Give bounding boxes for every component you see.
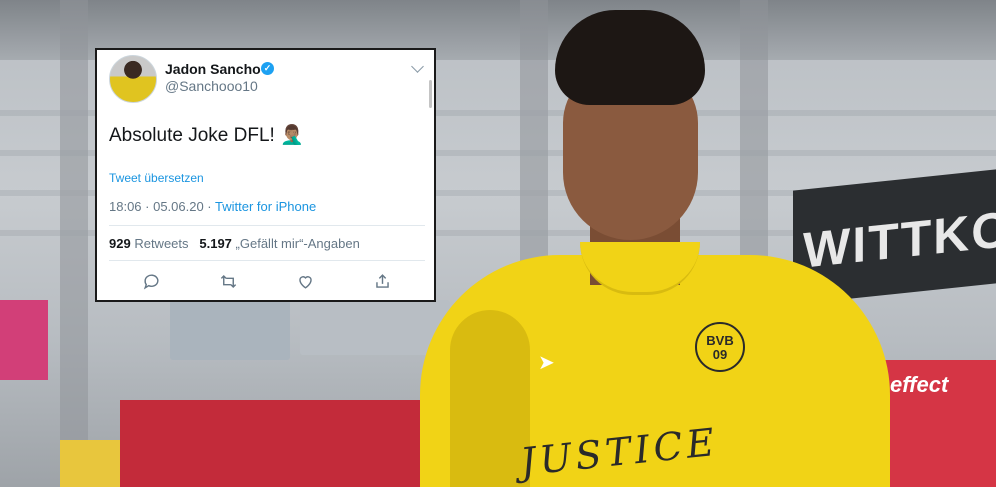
tweet-text: Absolute Joke DFL! 🤦🏽‍♂️ <box>109 125 304 146</box>
puma-logo-icon: ➤ <box>538 352 555 374</box>
pink-banner <box>0 300 48 380</box>
badge-text-top: BVB <box>706 333 734 348</box>
scrollbar[interactable] <box>429 80 432 108</box>
tweet-source-link[interactable]: Twitter for iPhone <box>215 199 316 214</box>
reply-icon[interactable] <box>138 268 164 294</box>
tweet-meta: 18:06 · 05.06.20 · Twitter for iPhone <box>109 199 316 214</box>
like-icon[interactable] <box>292 268 318 294</box>
like-label[interactable]: „Gefällt mir“-Angaben <box>236 236 360 251</box>
avatar[interactable] <box>109 55 157 103</box>
chevron-down-icon[interactable] <box>411 60 424 73</box>
advert-board <box>170 300 290 360</box>
retweet-label[interactable]: Retweets <box>134 236 188 251</box>
yellow-figure <box>60 440 120 487</box>
retweet-count[interactable]: 929 <box>109 236 131 251</box>
share-icon[interactable] <box>369 268 395 294</box>
club-badge: BVB 09 <box>695 322 745 372</box>
author-name[interactable]: Jadon Sancho <box>165 61 261 77</box>
badge-text-bottom: 09 <box>712 347 728 362</box>
retweet-icon[interactable] <box>215 268 241 294</box>
tweet-actions <box>109 268 425 294</box>
effect-advert: effect <box>880 360 996 487</box>
player-photo: BVB 09 ➤ JUSTICE <box>420 10 890 487</box>
author-handle[interactable]: @Sanchooo10 <box>165 78 258 94</box>
stadium-pillar <box>60 0 88 487</box>
tweet-card: Jadon Sancho ✓ @Sanchooo10 Absolute Joke… <box>95 48 436 302</box>
effect-advert-text: effect <box>890 372 949 397</box>
translate-link[interactable]: Tweet übersetzen <box>109 171 204 185</box>
shirt-shadow <box>450 310 530 487</box>
verified-badge-icon: ✓ <box>261 62 274 75</box>
divider <box>109 260 425 261</box>
like-count[interactable]: 5.197 <box>199 236 232 251</box>
divider <box>109 225 425 226</box>
red-banner <box>120 400 450 487</box>
player-hair <box>555 10 705 105</box>
tweet-stats: 929 Retweets 5.197 „Gefällt mir“-Angaben <box>109 236 360 251</box>
tweet-timestamp[interactable]: 18:06 · 05.06.20 · <box>109 199 215 214</box>
